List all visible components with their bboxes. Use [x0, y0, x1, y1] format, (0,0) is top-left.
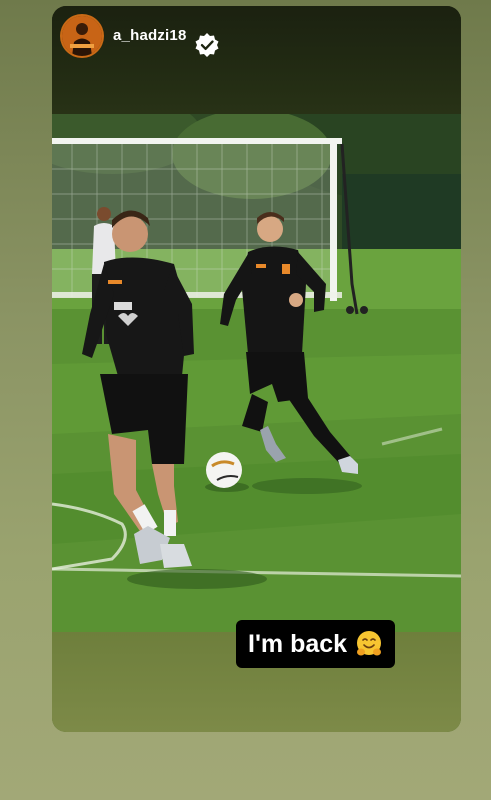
avatar-photo	[62, 16, 102, 56]
caption-sticker: I'm back	[236, 620, 396, 668]
story-header: a_hadzi18	[52, 6, 461, 114]
story-photo	[52, 114, 461, 632]
avatar[interactable]	[62, 16, 102, 56]
verified-badge-icon	[195, 33, 219, 57]
username[interactable]: a_hadzi18	[113, 27, 187, 44]
hugging-face-emoji	[357, 631, 382, 656]
caption-text: I'm back	[248, 630, 348, 658]
